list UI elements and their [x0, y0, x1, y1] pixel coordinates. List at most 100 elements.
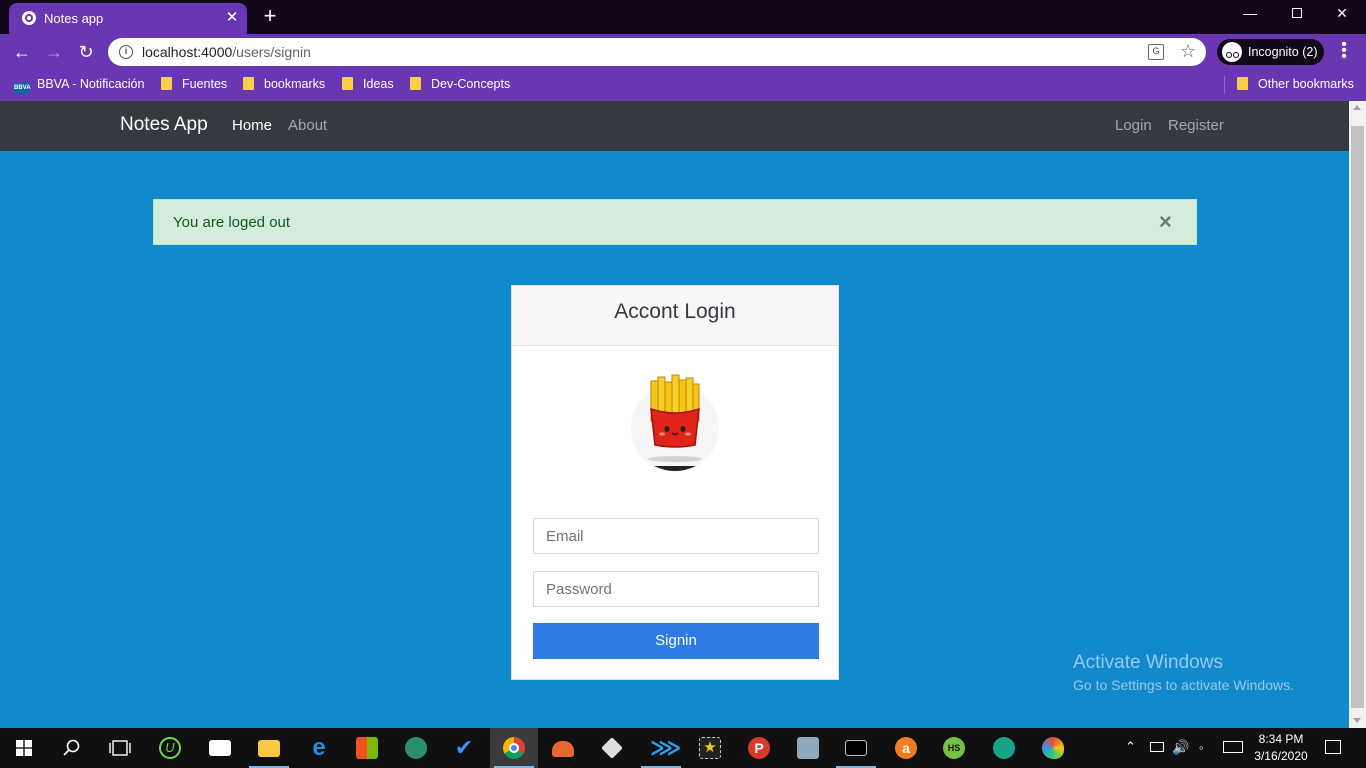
- search-icon: [63, 739, 80, 756]
- taskbar-edge[interactable]: e: [295, 728, 343, 768]
- minimize-button[interactable]: —: [1235, 5, 1265, 21]
- todo-icon: ✔: [454, 735, 474, 760]
- bookmark-bbva[interactable]: BBVA BBVA - Notificación: [14, 77, 144, 94]
- window-close-button[interactable]: ✕: [1327, 5, 1357, 22]
- bookmark-ideas[interactable]: Ideas: [342, 77, 394, 91]
- psiphon-icon: P: [748, 737, 770, 759]
- forward-arrow-icon[interactable]: →: [42, 41, 66, 63]
- taskbar-movie-maker[interactable]: ★: [686, 728, 734, 768]
- taskbar-todo[interactable]: ✔: [440, 728, 488, 768]
- maximize-button[interactable]: [1282, 5, 1312, 21]
- paint-icon: [1042, 737, 1064, 759]
- taskbar-avast[interactable]: a: [882, 728, 930, 768]
- email-field[interactable]: [533, 518, 819, 554]
- scroll-up-icon[interactable]: [1353, 105, 1361, 110]
- bookmark-dev-concepts[interactable]: Dev-Concepts: [410, 77, 510, 91]
- taskbar-mega[interactable]: [539, 728, 587, 768]
- tool-icon: [797, 737, 819, 759]
- tab-title: Notes app: [44, 11, 104, 26]
- incognito-badge[interactable]: Incognito (2): [1217, 39, 1324, 65]
- card-header: Accont Login: [512, 286, 838, 346]
- incognito-label: Incognito (2): [1248, 45, 1318, 59]
- taskbar-task-view[interactable]: [96, 728, 144, 768]
- login-card: Accont Login Signin: [511, 285, 839, 680]
- activate-windows-subtitle: Go to Settings to activate Windows.: [1073, 677, 1294, 693]
- fries-illustration: [625, 373, 725, 477]
- taskbar-store[interactable]: [343, 728, 391, 768]
- taskbar-atom[interactable]: [392, 728, 440, 768]
- translate-icon[interactable]: G: [1148, 44, 1164, 60]
- new-tab-button[interactable]: +: [259, 4, 281, 28]
- taskbar-upwork[interactable]: U: [146, 728, 194, 768]
- bookmarks-divider: [1224, 76, 1225, 94]
- taskbar-file-explorer[interactable]: [245, 728, 293, 768]
- taskbar-tool[interactable]: [784, 728, 832, 768]
- bookmark-bookmarks[interactable]: bookmarks: [243, 77, 325, 91]
- nav-login[interactable]: Login: [1115, 117, 1152, 134]
- avast-icon: a: [895, 737, 917, 759]
- address-bar[interactable]: i localhost:4000/users/signin G ☆: [108, 38, 1206, 66]
- taskbar-mail[interactable]: [196, 728, 244, 768]
- scrollbar-thumb[interactable]: [1351, 126, 1364, 708]
- browser-tab[interactable]: Notes app ✕: [9, 3, 247, 34]
- url-text[interactable]: localhost:4000/users/signin: [142, 44, 311, 60]
- wifi-icon[interactable]: ◦: [1199, 740, 1204, 768]
- info-icon[interactable]: i: [119, 45, 133, 59]
- edge-icon: e: [312, 734, 326, 761]
- taskbar-psiphon[interactable]: P: [735, 728, 783, 768]
- windows-taskbar: U e ✔ ⋙ ★ P a HS ⌃ 🔊 ◦ 8:34 PM 3/16/2020: [0, 728, 1366, 768]
- tab-close-icon[interactable]: ✕: [224, 8, 240, 26]
- browser-menu-icon[interactable]: • • •: [1336, 37, 1352, 65]
- taskbar-terminal[interactable]: [832, 728, 880, 768]
- signin-button[interactable]: Signin: [533, 623, 819, 659]
- taskbar-paint[interactable]: [1029, 728, 1077, 768]
- start-icon: [16, 740, 32, 756]
- taskbar-search[interactable]: [48, 728, 96, 768]
- page-scrollbar[interactable]: [1349, 101, 1366, 728]
- bookmark-star-icon[interactable]: ☆: [1180, 41, 1196, 62]
- bookmark-label: Ideas: [363, 77, 394, 91]
- clock-time[interactable]: 8:34 PM: [1257, 732, 1305, 746]
- taskbar-vscode[interactable]: ⋙: [637, 728, 685, 768]
- nav-home[interactable]: Home: [232, 117, 272, 134]
- taskbar-vpn[interactable]: [980, 728, 1028, 768]
- reload-icon[interactable]: ↻: [74, 41, 98, 63]
- bbva-icon: BBVA: [14, 82, 31, 94]
- taskbar-inkscape[interactable]: [588, 728, 636, 768]
- alert-close-icon[interactable]: ×: [1159, 210, 1172, 234]
- notifications-icon[interactable]: [1325, 740, 1341, 754]
- password-field[interactable]: [533, 571, 819, 607]
- maximize-icon: [1292, 8, 1302, 18]
- store-icon: [356, 737, 378, 759]
- browser-tab-strip: Notes app ✕ + — ✕: [0, 0, 1366, 34]
- volume-icon[interactable]: 🔊: [1172, 739, 1189, 768]
- bookmark-fuentes[interactable]: Fuentes: [161, 77, 227, 91]
- taskbar-chrome[interactable]: [490, 728, 538, 768]
- tray-chevron-icon[interactable]: ⌃: [1125, 739, 1136, 768]
- app-navbar: Notes App Home About Login Register: [0, 101, 1349, 151]
- fries-icon: [631, 374, 719, 472]
- clock-date[interactable]: 3/16/2020: [1253, 749, 1309, 763]
- nav-register[interactable]: Register: [1168, 117, 1224, 134]
- task-view-icon: [109, 740, 131, 756]
- vpn-icon: [993, 737, 1015, 759]
- bookmark-label: Dev-Concepts: [431, 77, 511, 91]
- battery-icon[interactable]: [1150, 742, 1164, 752]
- other-bookmarks[interactable]: Other bookmarks: [1237, 77, 1354, 91]
- chrome-icon: [503, 737, 525, 759]
- inkscape-icon: [601, 737, 623, 759]
- mail-icon: [209, 740, 231, 756]
- scroll-down-icon[interactable]: [1353, 718, 1361, 723]
- back-arrow-icon[interactable]: ←: [10, 41, 34, 63]
- nav-about[interactable]: About: [288, 117, 327, 134]
- logout-alert: You are loged out ×: [153, 199, 1197, 245]
- keyboard-icon[interactable]: [1223, 741, 1243, 753]
- start-button[interactable]: [0, 728, 48, 768]
- movie-maker-icon: ★: [699, 737, 721, 759]
- bookmark-label: bookmarks: [264, 77, 326, 91]
- upwork-icon: U: [159, 737, 181, 759]
- taskbar-hotspot-shield[interactable]: HS: [930, 728, 978, 768]
- navbar-brand[interactable]: Notes App: [120, 114, 208, 136]
- url-path: /users/signin: [232, 44, 311, 60]
- incognito-icon: [1222, 42, 1242, 62]
